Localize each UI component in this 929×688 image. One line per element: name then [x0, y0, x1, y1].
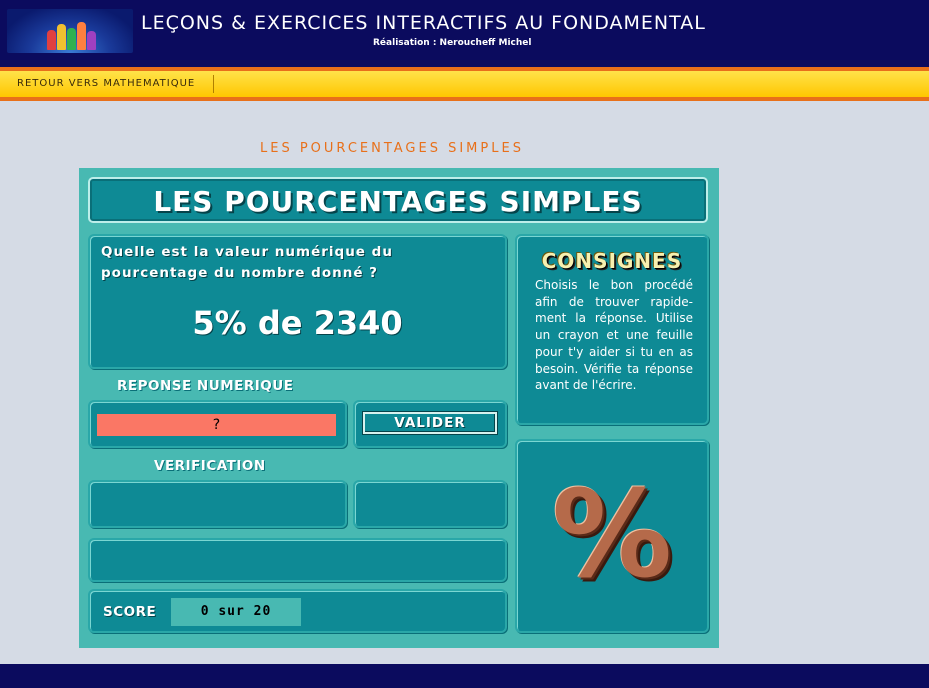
- verification-label: VERIFICATION: [154, 458, 266, 474]
- instructions-title: CONSIGNES: [541, 249, 683, 273]
- site-title: LEÇONS & EXERCICES INTERACTIFS AU FONDAM…: [141, 12, 706, 34]
- percent-illustration-box: %: [515, 439, 709, 633]
- instructions-text: Choisis le bon procédé afin de trouver r…: [535, 278, 693, 393]
- percent-sign-icon: %: [551, 466, 673, 605]
- score-label: SCORE: [103, 604, 157, 620]
- question-value: 5% de 2340: [192, 304, 403, 342]
- answer-box: [88, 400, 347, 448]
- feedback-box: [88, 538, 507, 582]
- site-subtitle: Réalisation : Neroucheff Michel: [373, 38, 532, 48]
- question-text: Quelle est la valeur numérique du pource…: [101, 244, 393, 281]
- page-title: LES POURCENTAGES SIMPLES: [260, 141, 524, 156]
- answer-input[interactable]: [97, 414, 336, 436]
- logo-figure: [47, 30, 56, 50]
- back-to-math-link[interactable]: RETOUR VERS MATHEMATIQUE: [17, 78, 195, 89]
- score-value: 0 sur 20: [171, 598, 301, 626]
- exercise-title: LES POURCENTAGES SIMPLES: [153, 185, 643, 218]
- verification-result: [353, 480, 507, 528]
- verification-field: [88, 480, 347, 528]
- exercise-title-bar: LES POURCENTAGES SIMPLES: [88, 177, 708, 223]
- site-header: LEÇONS & EXERCICES INTERACTIFS AU FONDAM…: [0, 0, 929, 67]
- logo-figure: [87, 31, 96, 50]
- answer-label: REPONSE NUMERIQUE: [117, 378, 294, 394]
- question-box: Quelle est la valeur numérique du pource…: [88, 234, 507, 369]
- validate-button[interactable]: VALIDER: [362, 411, 498, 435]
- nav-border-bottom: [0, 97, 929, 101]
- instructions-box: CONSIGNES Choisis le bon procédé afin de…: [515, 234, 709, 425]
- site-footer: [0, 664, 929, 688]
- logo-figure: [67, 28, 76, 50]
- score-box: SCORE 0 sur 20: [88, 589, 507, 633]
- logo-figure: [77, 22, 86, 50]
- exercise-panel: LES POURCENTAGES SIMPLES Quelle est la v…: [79, 168, 719, 648]
- nav-bar: RETOUR VERS MATHEMATIQUE: [0, 71, 929, 97]
- nav-separator: [213, 75, 214, 93]
- site-logo: [7, 9, 133, 53]
- logo-figure: [57, 24, 66, 50]
- validate-box: VALIDER: [353, 400, 507, 448]
